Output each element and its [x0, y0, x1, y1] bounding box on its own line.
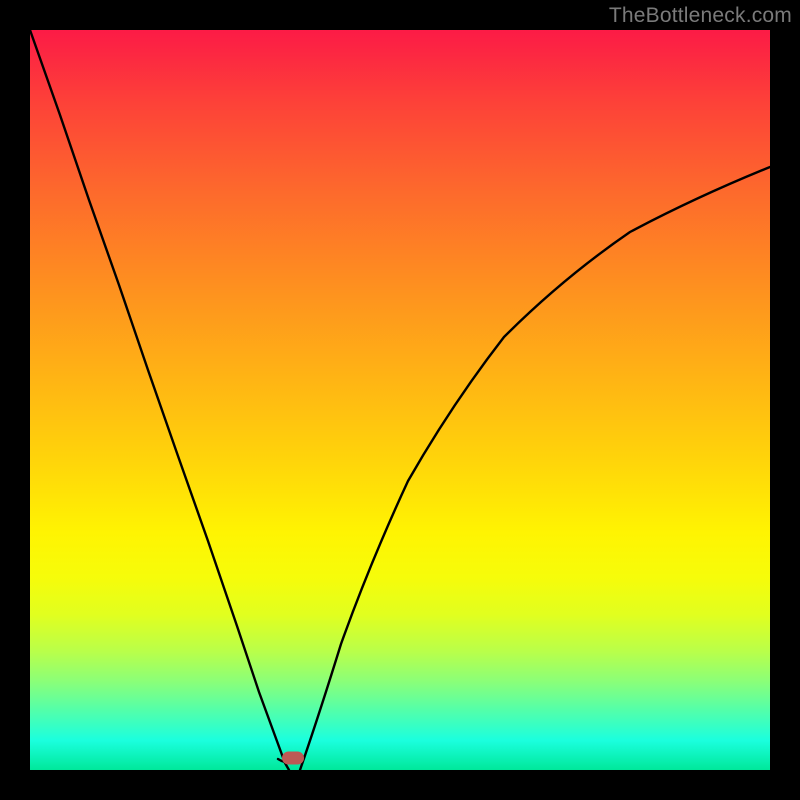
curve-left-branch — [30, 30, 289, 770]
bottleneck-curve — [30, 30, 770, 770]
watermark-text: TheBottleneck.com — [609, 4, 792, 28]
plot-area — [30, 30, 770, 770]
chart-container: TheBottleneck.com — [0, 0, 800, 800]
valley-marker — [282, 752, 304, 765]
curve-right-branch — [300, 167, 770, 770]
